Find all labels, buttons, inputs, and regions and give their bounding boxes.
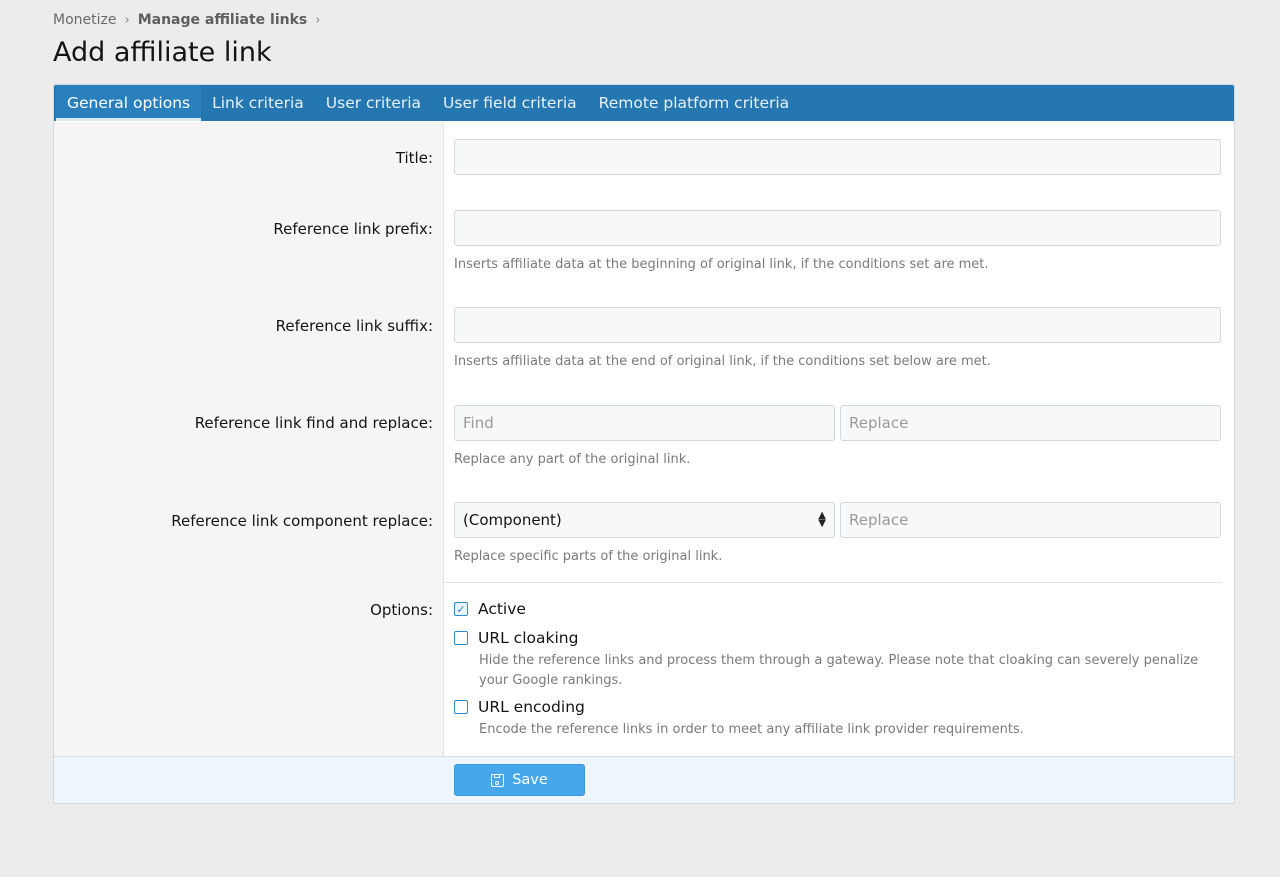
section-divider	[444, 582, 1222, 583]
replace-input[interactable]: Replace	[840, 405, 1221, 441]
select-arrows-icon: ▲ ▼	[818, 510, 826, 529]
save-button-label: Save	[512, 772, 548, 788]
option-url-cloaking-label: URL cloaking	[478, 629, 579, 647]
checkbox-icon[interactable]	[454, 700, 468, 714]
find-replace-label: Reference link find and replace:	[194, 414, 433, 432]
option-url-cloaking[interactable]: URL cloaking	[454, 629, 578, 647]
component-replace-input[interactable]: Replace	[840, 502, 1221, 538]
tab-link-criteria[interactable]: Link criteria	[201, 85, 315, 121]
save-button[interactable]: Save	[454, 764, 585, 796]
save-icon	[491, 773, 505, 787]
prefix-input[interactable]	[454, 210, 1221, 246]
find-replace-hint: Replace any part of the original link.	[454, 452, 691, 467]
page-title: Add affiliate link	[53, 37, 272, 68]
component-select-value: (Component)	[463, 511, 562, 529]
form-footer: Save	[54, 756, 1234, 803]
breadcrumb: Monetize › Manage affiliate links ›	[53, 12, 322, 28]
url-encoding-hint: Encode the reference links in order to m…	[479, 722, 1024, 737]
breadcrumb-item-monetize[interactable]: Monetize	[53, 12, 116, 28]
option-active-label: Active	[478, 600, 526, 618]
suffix-label: Reference link suffix:	[275, 317, 433, 335]
tab-user-field-criteria[interactable]: User field criteria	[432, 85, 588, 121]
title-label: Title:	[395, 149, 433, 167]
option-url-encoding[interactable]: URL encoding	[454, 698, 585, 716]
option-url-encoding-label: URL encoding	[478, 698, 585, 716]
checkbox-checked-icon[interactable]: ✓	[454, 602, 468, 616]
breadcrumb-item-manage-affiliate-links[interactable]: Manage affiliate links	[138, 12, 308, 28]
form-body: Title: Reference link prefix: Inserts af…	[54, 122, 1234, 756]
component-replace-label: Reference link component replace:	[171, 512, 433, 530]
option-active[interactable]: ✓ Active	[454, 600, 526, 618]
prefix-label: Reference link prefix:	[273, 220, 433, 238]
title-input[interactable]	[454, 139, 1221, 175]
tab-bar: General options Link criteria User crite…	[54, 85, 1234, 121]
checkbox-icon[interactable]	[454, 631, 468, 645]
component-select[interactable]: (Component) ▲ ▼	[454, 502, 835, 538]
chevron-right-icon: ›	[315, 12, 321, 28]
tab-remote-platform-criteria[interactable]: Remote platform criteria	[588, 85, 801, 121]
chevron-right-icon: ›	[124, 12, 130, 28]
url-cloaking-hint: Hide the reference links and process the…	[479, 653, 1199, 688]
label-column	[54, 122, 444, 756]
component-replace-hint: Replace specific parts of the original l…	[454, 549, 723, 564]
tab-general-options[interactable]: General options	[56, 85, 202, 121]
suffix-input[interactable]	[454, 307, 1221, 343]
prefix-hint: Inserts affiliate data at the beginning …	[454, 257, 989, 272]
tab-user-criteria[interactable]: User criteria	[315, 85, 432, 121]
find-input[interactable]: Find	[454, 405, 835, 441]
form-panel: General options Link criteria User crite…	[53, 84, 1235, 804]
suffix-hint: Inserts affiliate data at the end of ori…	[454, 354, 991, 369]
options-label: Options:	[370, 601, 433, 619]
